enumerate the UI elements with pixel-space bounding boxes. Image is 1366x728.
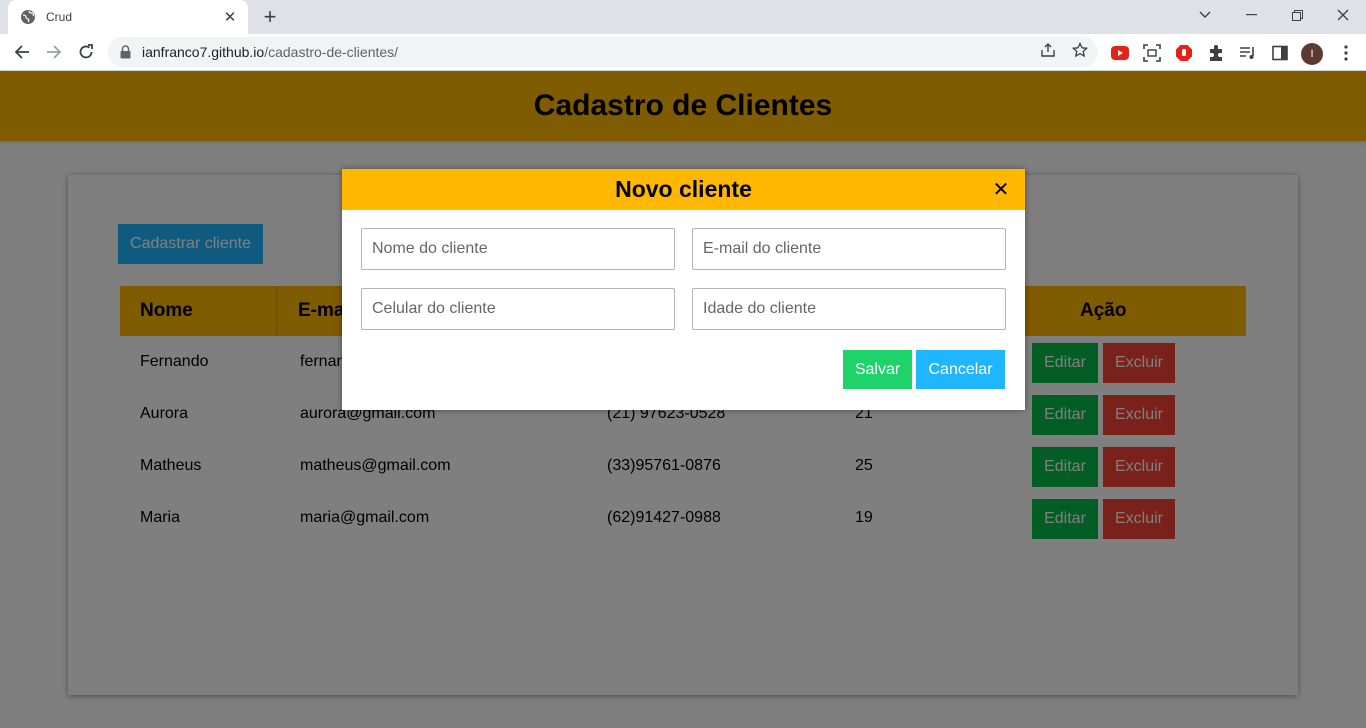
lock-icon[interactable] <box>120 45 132 59</box>
tab-search-icon[interactable] <box>1182 0 1228 30</box>
address-bar[interactable]: ianfranco7.github.io/cadastro-de-cliente… <box>108 37 1098 67</box>
globe-icon <box>20 9 36 25</box>
url-text: ianfranco7.github.io/cadastro-de-cliente… <box>142 44 399 60</box>
new-tab-icon[interactable]: + <box>258 4 282 29</box>
modal-header: Novo cliente ✕ <box>342 169 1025 210</box>
salvar-button[interactable]: Salvar <box>843 350 912 389</box>
novo-cliente-modal: Novo cliente ✕ Salvar Cancelar <box>342 169 1025 410</box>
adblock-extension-icon[interactable] <box>1174 43 1194 63</box>
nome-input[interactable] <box>361 228 675 270</box>
idade-input[interactable] <box>692 288 1006 330</box>
share-icon[interactable] <box>1039 41 1057 59</box>
tab-close-icon[interactable]: ✕ <box>222 9 238 26</box>
youtube-extension-icon[interactable] <box>1110 43 1130 63</box>
screen-capture-icon[interactable] <box>1142 43 1162 63</box>
cancelar-button[interactable]: Cancelar <box>916 350 1005 389</box>
forward-icon[interactable] <box>40 38 68 66</box>
modal-close-icon[interactable]: ✕ <box>991 179 1011 201</box>
tab-title: Crud <box>46 10 73 24</box>
email-input[interactable] <box>692 228 1006 270</box>
back-icon[interactable] <box>8 38 36 66</box>
side-panel-icon[interactable] <box>1270 43 1290 63</box>
profile-avatar[interactable]: I <box>1301 43 1323 65</box>
page: Cadastro de Clientes Cadastrar cliente N… <box>0 71 1366 728</box>
reload-icon[interactable] <box>72 38 100 66</box>
celular-input[interactable] <box>361 288 675 330</box>
browser-tabstrip: Crud ✕ + <box>0 0 1366 34</box>
minimize-icon[interactable] <box>1228 0 1274 30</box>
browser-toolbar: ianfranco7.github.io/cadastro-de-cliente… <box>0 34 1366 71</box>
modal-title: Novo cliente <box>615 176 752 202</box>
close-window-icon[interactable] <box>1320 0 1366 30</box>
browser-menu-icon[interactable] <box>1336 43 1356 63</box>
bookmark-star-icon[interactable] <box>1071 41 1089 59</box>
extensions-puzzle-icon[interactable] <box>1206 43 1226 63</box>
restore-icon[interactable] <box>1274 0 1320 30</box>
media-queue-icon[interactable] <box>1238 43 1258 63</box>
browser-tab-crud[interactable]: Crud ✕ <box>8 0 248 34</box>
